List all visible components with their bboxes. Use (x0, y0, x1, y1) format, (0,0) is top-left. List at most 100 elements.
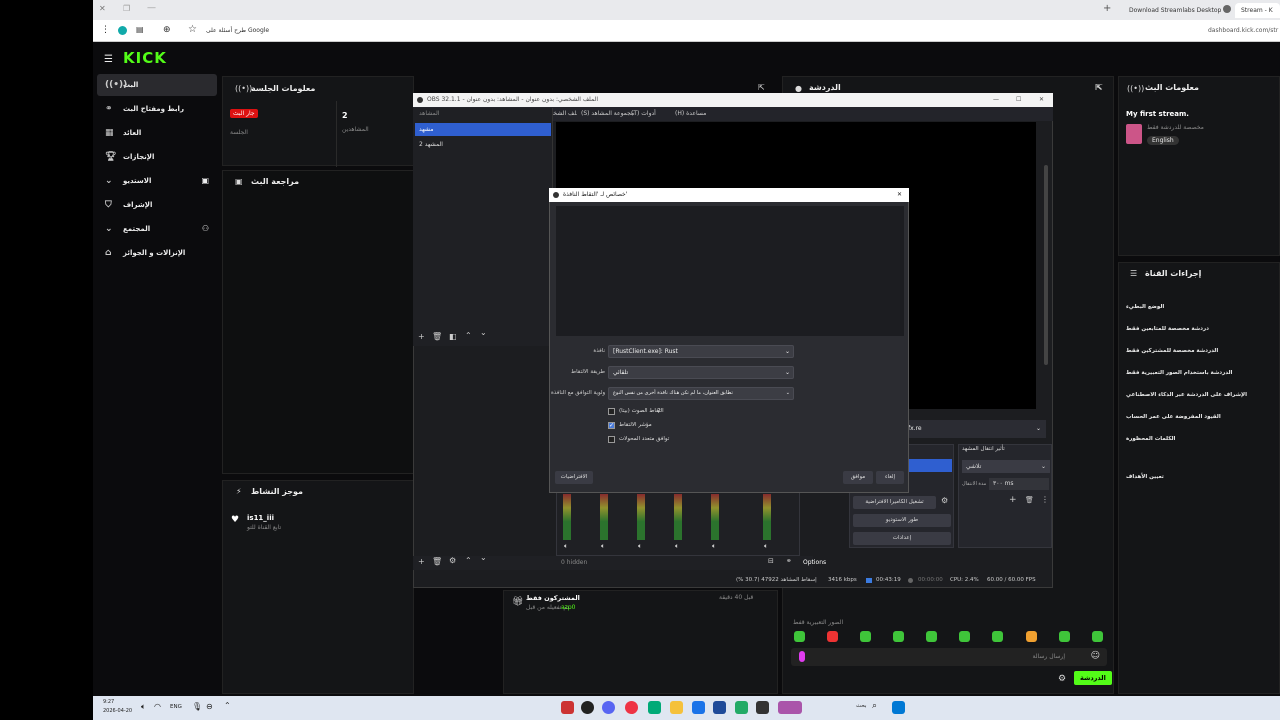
up-icon[interactable]: ⌃ (465, 556, 472, 565)
virtual-camera-button[interactable]: تشغيل الكاميرا الافتراضية (853, 496, 936, 509)
options-button[interactable]: Options (803, 559, 826, 566)
duration-input[interactable]: ٣٠٠ ms (989, 478, 1049, 490)
help-icon[interactable]: ? (657, 407, 661, 415)
emoji-icon[interactable]: ☺ (1091, 651, 1100, 661)
action-ai-moderation[interactable]: الإشراف على الدردشة عبر الذكاء الاصطناعي (1126, 392, 1247, 398)
app-icon[interactable] (778, 701, 802, 714)
method-select[interactable]: تلقائي ⌄ (608, 366, 794, 379)
sidebar-item-community[interactable]: ⌄ المجتمع ⚇ (97, 218, 217, 240)
emote-icon[interactable] (794, 631, 805, 642)
menu-dots-icon[interactable]: ⋮ (101, 25, 110, 35)
minimize-icon[interactable]: — (993, 93, 999, 107)
emote-icon[interactable] (1026, 631, 1037, 642)
add-icon[interactable]: + (418, 557, 425, 566)
emote-icon[interactable] (860, 631, 871, 642)
minimize-icon[interactable]: — (147, 3, 156, 13)
url-text[interactable]: dashboard.kick.com/str (1208, 27, 1278, 34)
gear-icon[interactable]: ⚙ (449, 556, 456, 565)
ok-button[interactable]: موافق (843, 471, 873, 484)
close-icon[interactable]: ✕ (1039, 93, 1044, 107)
emote-icon[interactable] (1059, 631, 1070, 642)
defaults-button[interactable]: الافتراضيات (555, 471, 593, 484)
discord-icon[interactable] (602, 701, 615, 714)
language-indicator[interactable]: ENG (170, 704, 182, 710)
menu-tools[interactable]: (T) أدوات (631, 107, 656, 121)
popout-icon[interactable]: ⇱ (1095, 83, 1102, 92)
new-tab-icon[interactable]: + (1103, 3, 1111, 14)
cursor-capture-checkbox[interactable]: ✓ (608, 422, 615, 429)
action-emotes-only[interactable]: الدردشة باستخدام الصور التعبيرية فقط (1126, 370, 1232, 376)
edge-icon[interactable] (648, 701, 661, 714)
wifi-icon[interactable]: ◠ (154, 702, 161, 711)
speaker-icon[interactable]: 🔈︎ (712, 542, 716, 551)
add-icon[interactable]: + (1009, 495, 1017, 505)
action-set-goals[interactable]: تعيين الأهداف (1126, 474, 1164, 480)
source-select[interactable]: fx.re ⌄ (902, 420, 1046, 438)
mic-icon[interactable] (799, 651, 805, 662)
speaker-icon[interactable]: 🔈︎ (564, 542, 568, 551)
emote-icon[interactable] (1092, 631, 1103, 642)
search-icon[interactable]: ⌕ (872, 701, 877, 711)
list-icon[interactable]: ⊟ (768, 557, 774, 565)
sidebar-item-stream-key[interactable]: ⚭ رابط ومفتاح البث (97, 98, 217, 120)
network-icon[interactable]: ⊖ (206, 702, 213, 711)
audio-capture-checkbox[interactable] (608, 408, 615, 415)
search-text[interactable]: بحث (856, 703, 866, 709)
cancel-button[interactable]: إلغاء (876, 471, 904, 484)
restore-icon[interactable]: ❐ (123, 4, 130, 13)
up-icon[interactable]: ⌃ (465, 331, 472, 340)
app-icon[interactable] (561, 701, 574, 714)
activity-user[interactable]: is11_iii (247, 514, 274, 522)
maximize-icon[interactable]: ☐ (1016, 93, 1021, 107)
app-icon[interactable] (713, 701, 726, 714)
multi-adapter-checkbox[interactable] (608, 436, 615, 443)
sidebar-item-stream[interactable]: ((•)) البث (97, 74, 217, 96)
obs-icon[interactable] (581, 701, 594, 714)
scene-item[interactable]: مشهد (415, 123, 551, 136)
kick-logo[interactable]: KICK (123, 49, 167, 67)
down-icon[interactable]: ⌄ (480, 553, 487, 562)
folder-icon[interactable] (670, 701, 683, 714)
chat-input[interactable]: إرسال رسالة ☺ (791, 648, 1107, 666)
action-slow-mode[interactable]: الوضع البطيء (1126, 304, 1164, 310)
priority-select[interactable]: تطابق العنوان، ما لم تكن هناك نافذة أخرى… (608, 387, 794, 400)
speaker-icon[interactable]: 🔈︎ (638, 542, 642, 551)
filter-icon[interactable]: ◧ (449, 332, 457, 341)
emote-icon[interactable] (926, 631, 937, 642)
studio-mode-button[interactable]: طور الاستوديو (853, 514, 951, 527)
trash-icon[interactable]: 🗑︎ (432, 332, 442, 341)
trash-icon[interactable]: 🗑︎ (1025, 496, 1034, 504)
windows-start-icon[interactable] (892, 701, 905, 714)
emote-icon[interactable] (827, 631, 838, 642)
action-subscribers-only[interactable]: الدردشة مخصصة للمشتركين فقط (1126, 348, 1218, 354)
sidebar-item-studio[interactable]: ⌄ الاستديو ▣ (97, 170, 217, 192)
send-chat-button[interactable]: الدردشة (1074, 671, 1112, 685)
link-icon[interactable]: ⚭ (786, 557, 792, 565)
action-banned-words[interactable]: الكلمات المحظورة (1126, 436, 1175, 442)
scene-item[interactable]: المشهد 2 (415, 138, 551, 151)
app-icon[interactable] (756, 701, 769, 714)
close-icon[interactable]: ✕ (99, 4, 106, 13)
sidebar-item-moderation[interactable]: ⛉ الإشراف (97, 194, 217, 216)
gear-icon[interactable]: ⚙ (941, 496, 948, 505)
settings-button[interactable]: إعدادات (853, 532, 951, 545)
hamburger-icon[interactable]: ☰ (104, 54, 113, 65)
action-account-age[interactable]: القيود المفروضة على عمر الحساب (1126, 414, 1221, 420)
scrollbar[interactable] (1044, 165, 1048, 365)
speaker-icon[interactable]: 🔈︎ (675, 542, 679, 551)
emote-icon[interactable] (959, 631, 970, 642)
tab-streamlabs[interactable]: Download Streamlabs Desktop (1123, 3, 1223, 18)
speaker-icon[interactable]: 🔈︎ (601, 542, 605, 551)
star-icon[interactable]: ☆ (188, 24, 197, 35)
transition-select[interactable]: تلاشي ⌄ (962, 460, 1050, 473)
down-icon[interactable]: ⌄ (480, 328, 487, 337)
emote-icon[interactable] (992, 631, 1003, 642)
menu-scene-collection[interactable]: (S) مجموعة المشاهد (581, 107, 634, 121)
google-hint[interactable]: طرح أسئلة على Google (206, 27, 269, 34)
popout-icon[interactable]: ⇱ (758, 83, 765, 92)
speaker-icon[interactable]: 🔈︎ (764, 542, 768, 551)
volume-icon[interactable]: 🔈︎ (141, 702, 146, 712)
window-select[interactable]: [RustClient.exe]: Rust ⌄ (608, 345, 794, 358)
mic-icon[interactable]: 🎙︎ (192, 702, 202, 711)
trash-icon[interactable]: 🗑︎ (432, 557, 442, 566)
